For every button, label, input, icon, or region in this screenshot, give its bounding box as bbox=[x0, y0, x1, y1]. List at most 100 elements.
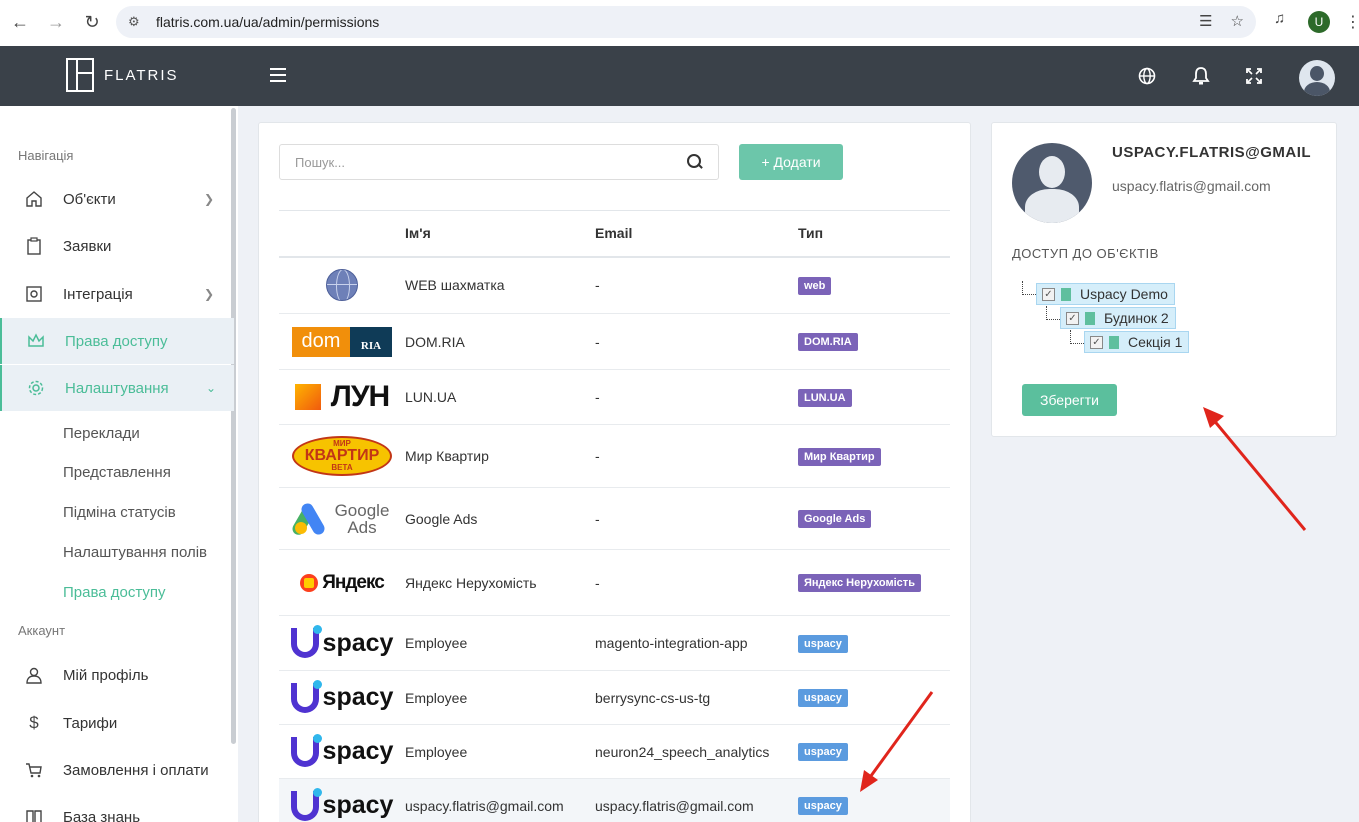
uspacy-logo-text: spacy bbox=[322, 791, 394, 819]
user-avatar[interactable] bbox=[1299, 60, 1335, 96]
table-row[interactable]: spacy Employee neuron24_speech_analytics… bbox=[279, 724, 950, 779]
row-name: Google Ads bbox=[405, 487, 595, 550]
table-header-row: Ім'я Email Тип bbox=[279, 210, 950, 258]
row-email: - bbox=[595, 487, 798, 550]
tree-connector bbox=[1022, 281, 1036, 295]
fullscreen-icon[interactable] bbox=[1243, 65, 1265, 87]
column-header-type[interactable]: Тип bbox=[798, 210, 950, 258]
clipboard-icon bbox=[24, 236, 44, 256]
user-access-panel: USPACY.FLATRIS@GMAIL uspacy.flatris@gmai… bbox=[991, 122, 1337, 437]
table-row[interactable]: Яндекс Яндекс Нерухомість - Яндекс Нерух… bbox=[279, 549, 950, 616]
sidebar-item-label: Інтеграція bbox=[63, 285, 133, 303]
sidebar-item-requests[interactable]: Заявки bbox=[0, 223, 234, 269]
google-ads-logo: Google Ads bbox=[279, 500, 405, 537]
save-button[interactable]: Зберегти bbox=[1022, 384, 1117, 416]
row-name: LUN.UA bbox=[405, 369, 595, 425]
reload-icon[interactable]: ↻ bbox=[74, 4, 110, 40]
media-control-icon[interactable]: ♫ bbox=[1274, 10, 1285, 27]
search-input[interactable] bbox=[280, 145, 660, 179]
row-name: WEB шахматка bbox=[405, 256, 595, 314]
sidebar-item-orders[interactable]: Замовлення і оплати bbox=[0, 747, 234, 793]
type-badge: Google Ads bbox=[798, 510, 872, 528]
sidebar-subitem-translations[interactable]: Переклади bbox=[63, 425, 140, 442]
sidebar-section-account: Аккаунт bbox=[18, 623, 66, 638]
browser-menu-icon[interactable]: ⋮ bbox=[1345, 12, 1359, 32]
tree-node-label: Будинок 2 bbox=[1104, 310, 1169, 326]
sidebar-item-tariffs[interactable]: $ Тарифи bbox=[0, 700, 234, 746]
sidebar-subitem-field-settings[interactable]: Налаштування полів bbox=[63, 544, 207, 561]
sidebar-subitem-status-substitution[interactable]: Підміна статусів bbox=[63, 504, 176, 521]
sidebar-item-label: Об'єкти bbox=[63, 190, 116, 208]
sidebar: Навігація Об'єкти ❯ Заявки Інтеграція ❯ … bbox=[0, 106, 238, 822]
building-icon bbox=[1109, 335, 1119, 349]
sidebar-item-label: Мій профіль bbox=[63, 666, 149, 684]
forward-icon[interactable]: → bbox=[38, 4, 74, 40]
sidebar-item-permissions[interactable]: Права доступу bbox=[0, 318, 234, 364]
checkbox-checked-icon[interactable]: ✓ bbox=[1042, 287, 1055, 301]
building-icon bbox=[1085, 311, 1095, 325]
search-box bbox=[279, 144, 719, 180]
site-info-icon[interactable]: ⚙ bbox=[128, 14, 148, 30]
sidebar-section-navigation: Навігація bbox=[18, 148, 74, 163]
type-badge: uspacy bbox=[798, 797, 848, 815]
language-globe-icon[interactable] bbox=[1136, 65, 1158, 87]
tree-node-label: Uspacy Demo bbox=[1080, 286, 1168, 302]
tree-node-label: Секція 1 bbox=[1128, 334, 1183, 350]
bookmark-star-icon[interactable]: ☆ bbox=[1231, 12, 1244, 30]
type-badge: uspacy bbox=[798, 689, 848, 707]
column-header-email[interactable]: Email bbox=[595, 210, 798, 258]
sidebar-item-knowledge-base[interactable]: База знань bbox=[0, 794, 234, 822]
sidebar-subitem-views[interactable]: Представлення bbox=[63, 464, 171, 481]
sidebar-item-integration[interactable]: Інтеграція ❯ bbox=[0, 271, 234, 317]
row-email: magento-integration-app bbox=[595, 615, 798, 671]
tree-node-section-1[interactable]: ✓ Секція 1 bbox=[1084, 331, 1190, 353]
menu-toggle-icon[interactable] bbox=[270, 68, 286, 82]
checkbox-checked-icon[interactable]: ✓ bbox=[1066, 311, 1079, 325]
uspacy-logo: spacy bbox=[279, 679, 405, 713]
crown-icon bbox=[26, 331, 46, 351]
table-row[interactable]: Google Ads Google Ads - Google Ads bbox=[279, 487, 950, 550]
back-icon[interactable]: ← bbox=[2, 4, 38, 40]
user-email: uspacy.flatris@gmail.com bbox=[1112, 178, 1271, 194]
sidebar-subitem-permissions[interactable]: Права доступу bbox=[63, 584, 166, 601]
table-row-selected[interactable]: spacy uspacy.flatris@gmail.com uspacy.fl… bbox=[279, 778, 950, 822]
row-email: - bbox=[595, 256, 798, 314]
row-email: - bbox=[595, 424, 798, 488]
table-row[interactable]: МИР КВАРТИР BETA Мир Квартир - Мир Квартир bbox=[279, 424, 950, 488]
checkbox-checked-icon[interactable]: ✓ bbox=[1090, 335, 1103, 349]
user-profile-avatar bbox=[1012, 143, 1092, 223]
sidebar-item-label: Налаштування bbox=[65, 379, 169, 397]
table-row[interactable]: spacy Employee berrysync-cs-us-tg uspacy bbox=[279, 670, 950, 725]
chevron-right-icon: ❯ bbox=[204, 192, 215, 206]
browser-profile-avatar[interactable]: U bbox=[1308, 11, 1330, 33]
table-row[interactable]: dom RIA DOM.RIA - DOM.RIA bbox=[279, 313, 950, 370]
sidebar-item-objects[interactable]: Об'єкти ❯ bbox=[0, 176, 234, 222]
tree-node-uspacy-demo[interactable]: ✓ Uspacy Demo bbox=[1036, 283, 1175, 305]
column-header-name[interactable]: Ім'я bbox=[405, 210, 595, 258]
chevron-down-icon: ⌄ bbox=[206, 381, 217, 395]
mir-logo-main: КВАРТИР bbox=[304, 447, 380, 464]
table-row[interactable]: spacy Employee magento-integration-app u… bbox=[279, 615, 950, 671]
sidebar-item-profile[interactable]: Мій профіль bbox=[0, 652, 234, 698]
translate-icon[interactable]: ☰ bbox=[1199, 12, 1212, 30]
building-icon bbox=[1061, 287, 1071, 301]
notifications-bell-icon[interactable] bbox=[1190, 65, 1212, 87]
type-badge: Яндекс Нерухомість bbox=[798, 574, 921, 592]
uspacy-logo: spacy bbox=[279, 625, 405, 658]
mirkvartir-logo: МИР КВАРТИР BETA bbox=[279, 436, 405, 476]
row-name: Employee bbox=[405, 615, 595, 671]
type-badge: web bbox=[798, 276, 832, 295]
sidebar-item-settings[interactable]: Налаштування ⌄ bbox=[0, 365, 234, 411]
tree-connector bbox=[1046, 306, 1060, 320]
search-icon[interactable] bbox=[686, 153, 704, 171]
flatris-logo-icon bbox=[66, 58, 94, 92]
table-row[interactable]: ЛУН LUN.UA - LUN.UA bbox=[279, 369, 950, 425]
dollar-icon: $ bbox=[29, 713, 39, 732]
flatris-logo[interactable]: FLATRIS bbox=[66, 58, 179, 92]
type-badge: LUN.UA bbox=[798, 388, 852, 407]
sidebar-item-label: Права доступу bbox=[65, 332, 168, 350]
address-bar[interactable]: ⚙ flatris.com.ua/ua/admin/permissions ☰ … bbox=[116, 6, 1256, 38]
tree-node-building-2[interactable]: ✓ Будинок 2 bbox=[1060, 307, 1176, 329]
table-row[interactable]: WEB шахматка - web bbox=[279, 256, 950, 314]
add-button[interactable]: + Додати bbox=[739, 144, 843, 180]
